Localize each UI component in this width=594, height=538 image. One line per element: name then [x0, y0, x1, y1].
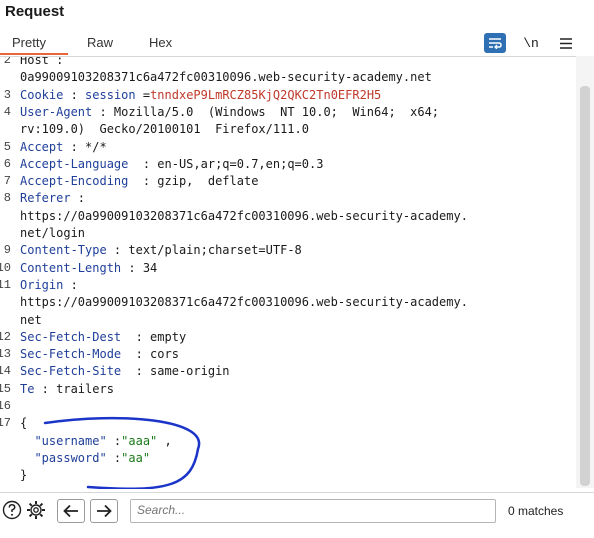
newline-toggle-button[interactable]: \n [520, 33, 542, 53]
tab-hex[interactable]: Hex [149, 35, 172, 50]
help-icon[interactable] [2, 499, 22, 521]
hamburger-menu-icon[interactable] [555, 33, 577, 53]
footer-bar: 0 matches [0, 492, 594, 538]
hand-drawn-highlight-circle [43, 416, 201, 489]
panel-title: Request [5, 3, 65, 20]
gear-icon[interactable] [24, 499, 48, 521]
vertical-scrollbar[interactable] [576, 56, 594, 488]
request-editor[interactable]: 234567891011121314151617 Host :0a9900910… [0, 56, 576, 489]
wrap-lines-icon[interactable] [484, 33, 506, 53]
tab-pretty[interactable]: Pretty [12, 35, 46, 50]
search-box [130, 499, 496, 523]
match-count: 0 matches [508, 504, 564, 518]
search-input[interactable] [131, 500, 493, 520]
tab-raw[interactable]: Raw [87, 35, 113, 50]
arrow-left-icon[interactable] [57, 499, 85, 523]
scrollbar-thumb[interactable] [580, 86, 590, 486]
active-tab-indicator [0, 53, 68, 55]
arrow-right-icon[interactable] [90, 499, 118, 523]
